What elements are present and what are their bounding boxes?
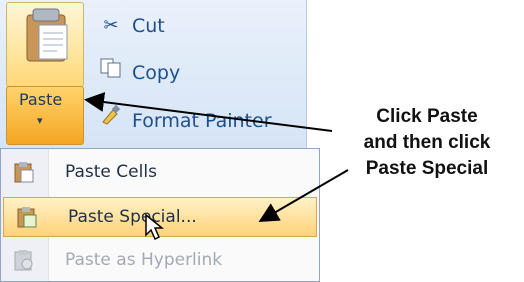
callout-line: Paste Special bbox=[365, 158, 489, 179]
instruction-callout: Click Paste and then click Paste Special bbox=[332, 104, 522, 182]
callout-line: and then click bbox=[363, 132, 491, 153]
callout-line: Click Paste bbox=[376, 106, 478, 127]
mouse-cursor-icon bbox=[145, 213, 165, 241]
